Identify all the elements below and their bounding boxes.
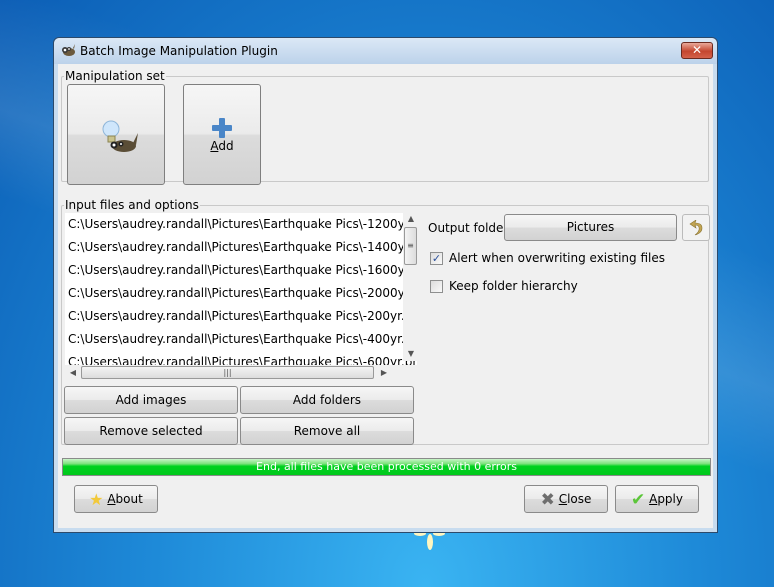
horizontal-scrollbar[interactable]: ◀ ||| ▶ [65,365,405,381]
checkmark-icon: ✔ [631,490,646,510]
close-label: Close [558,492,592,506]
remove-selected-button[interactable]: Remove selected [64,417,238,445]
keep-hierarchy-label[interactable]: Keep folder hierarchy [449,279,578,293]
plus-icon [212,118,232,138]
file-list-item[interactable]: C:\Users\audrey.randall\Pictures\Earthqu… [65,351,417,365]
horizontal-scroll-thumb[interactable]: ||| [81,366,374,379]
keep-hierarchy-checkbox[interactable] [430,280,443,293]
gimp-lightbulb-icon [102,120,138,152]
file-list-item[interactable]: C:\Users\audrey.randall\Pictures\Earthqu… [65,259,417,282]
manipulation-set-legend: Manipulation set [65,69,165,83]
file-list-item[interactable]: C:\Users\audrey.randall\Pictures\Earthqu… [65,213,417,236]
file-list[interactable]: C:\Users\audrey.randall\Pictures\Earthqu… [65,213,417,365]
file-list-item[interactable]: C:\Users\audrey.randall\Pictures\Earthqu… [65,305,417,328]
star-icon: ★ [89,490,104,509]
vertical-scrollbar[interactable]: ▲ ≡ ▼ [403,213,419,361]
file-list-item[interactable]: C:\Users\audrey.randall\Pictures\Earthqu… [65,328,417,351]
about-button[interactable]: ★ About [74,485,158,513]
progress-bar: End, all files have been processed with … [62,458,711,476]
output-folder-label: Output folder [428,221,509,235]
dialog-body: Manipulation set Add Input files and opt… [58,64,713,528]
add-folders-button[interactable]: Add folders [240,386,414,414]
about-label: About [107,492,143,506]
bimp-window: Batch Image Manipulation Plugin ✕ Manipu… [53,37,718,533]
manipulation-gimp-button[interactable] [67,84,165,185]
apply-button[interactable]: ✔ Apply [615,485,699,513]
apply-label: Apply [649,492,683,506]
close-icon: ✕ [691,43,703,57]
desktop-decoration [427,534,433,550]
title-bar[interactable]: Batch Image Manipulation Plugin ✕ [54,38,717,64]
alert-overwrite-checkbox[interactable]: ✓ [430,252,443,265]
gimp-icon [62,44,75,56]
scroll-down-arrow-icon[interactable]: ▼ [404,349,418,358]
add-images-button[interactable]: Add images [64,386,238,414]
remove-all-button[interactable]: Remove all [240,417,414,445]
close-button[interactable]: ✖ Close [524,485,608,513]
add-manipulation-label: Add [210,139,234,153]
output-folder-reset-button[interactable] [682,214,710,241]
close-x-icon: ✖ [540,490,555,510]
output-folder-button[interactable]: Pictures [504,214,677,241]
scroll-left-arrow-icon[interactable]: ◀ [66,368,80,377]
file-list-item[interactable]: C:\Users\audrey.randall\Pictures\Earthqu… [65,236,417,259]
revert-arrow-icon [689,220,703,236]
scroll-up-arrow-icon[interactable]: ▲ [404,214,418,223]
file-list-container: C:\Users\audrey.randall\Pictures\Earthqu… [63,201,421,386]
vertical-scroll-thumb[interactable]: ≡ [404,227,417,265]
window-close-button[interactable]: ✕ [681,42,713,59]
alert-overwrite-label[interactable]: Alert when overwriting existing files [449,251,665,265]
scroll-right-arrow-icon[interactable]: ▶ [377,368,391,377]
file-list-item[interactable]: C:\Users\audrey.randall\Pictures\Earthqu… [65,282,417,305]
add-manipulation-button[interactable]: Add [183,84,261,185]
window-title: Batch Image Manipulation Plugin [80,44,278,58]
progress-status-text: End, all files have been processed with … [256,460,517,473]
